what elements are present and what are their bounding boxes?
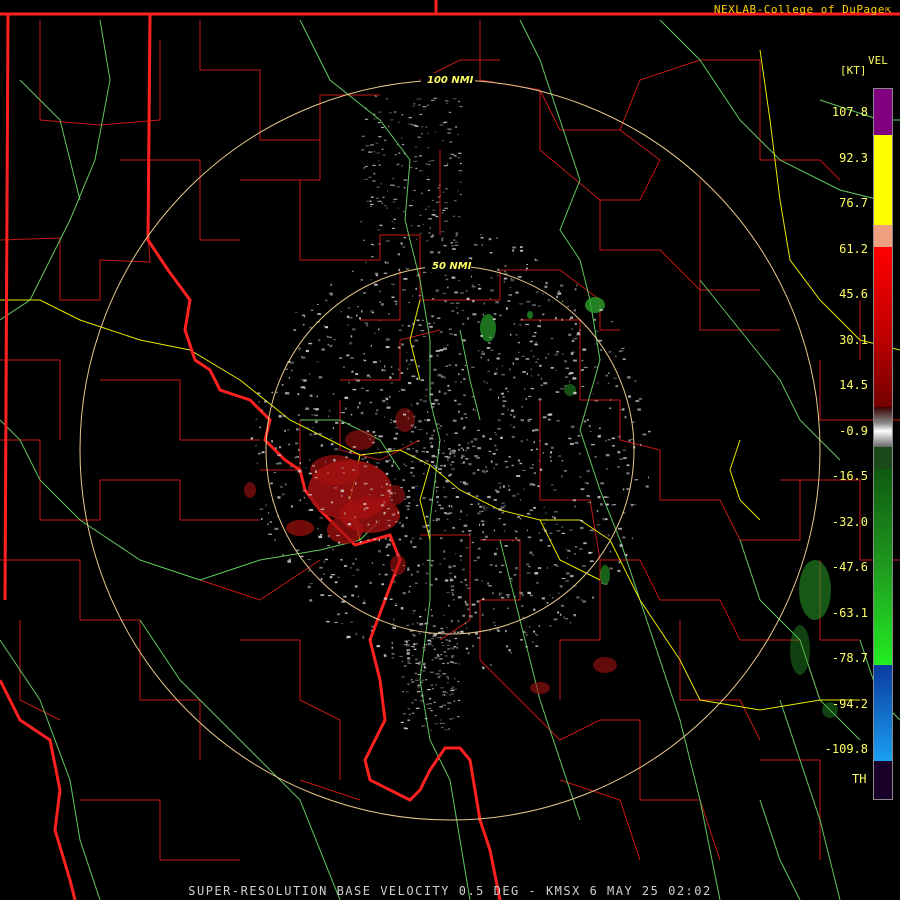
ring-label-100: 100 NMI (427, 75, 474, 86)
legend-tick: -94.2 (831, 696, 868, 711)
legend-tick: -32.0 (831, 514, 868, 529)
legend-tick: -63.1 (831, 605, 868, 620)
legend-tick: 30.1 (839, 332, 868, 347)
ring-label-50: 50 NMI (432, 261, 472, 272)
credit-label[interactable]: NEXLAB-College of DuPage⇱ (714, 3, 892, 16)
legend-tick: -109.8 (824, 742, 868, 756)
legend-title: VEL (868, 54, 888, 67)
legend-tick: 107.8 (831, 105, 868, 119)
legend-tick: -47.6 (831, 560, 868, 574)
legend-tick: -16.5 (831, 469, 868, 483)
radar-map: 50 NMI 100 NMI (0, 0, 900, 900)
legend-tick: 45.6 (839, 287, 868, 301)
legend-tick: 14.5 (839, 378, 868, 392)
legend-unit: [KT] (840, 64, 867, 77)
legend-color-bar (873, 88, 893, 800)
legend-tick: 76.7 (839, 196, 868, 210)
legend-tick: -78.7 (831, 651, 868, 665)
credit-text: NEXLAB-College of DuPage (713, 3, 885, 16)
legend-tick: -0.9 (839, 423, 868, 438)
legend-tick: 61.2 (839, 241, 868, 256)
external-link-icon: ⇱ (884, 3, 892, 16)
legend-bottom-label: TH (852, 772, 867, 786)
legend-tick: 92.3 (839, 150, 868, 165)
product-caption: SUPER-RESOLUTION BASE VELOCITY 0.5 DEG -… (188, 884, 712, 898)
